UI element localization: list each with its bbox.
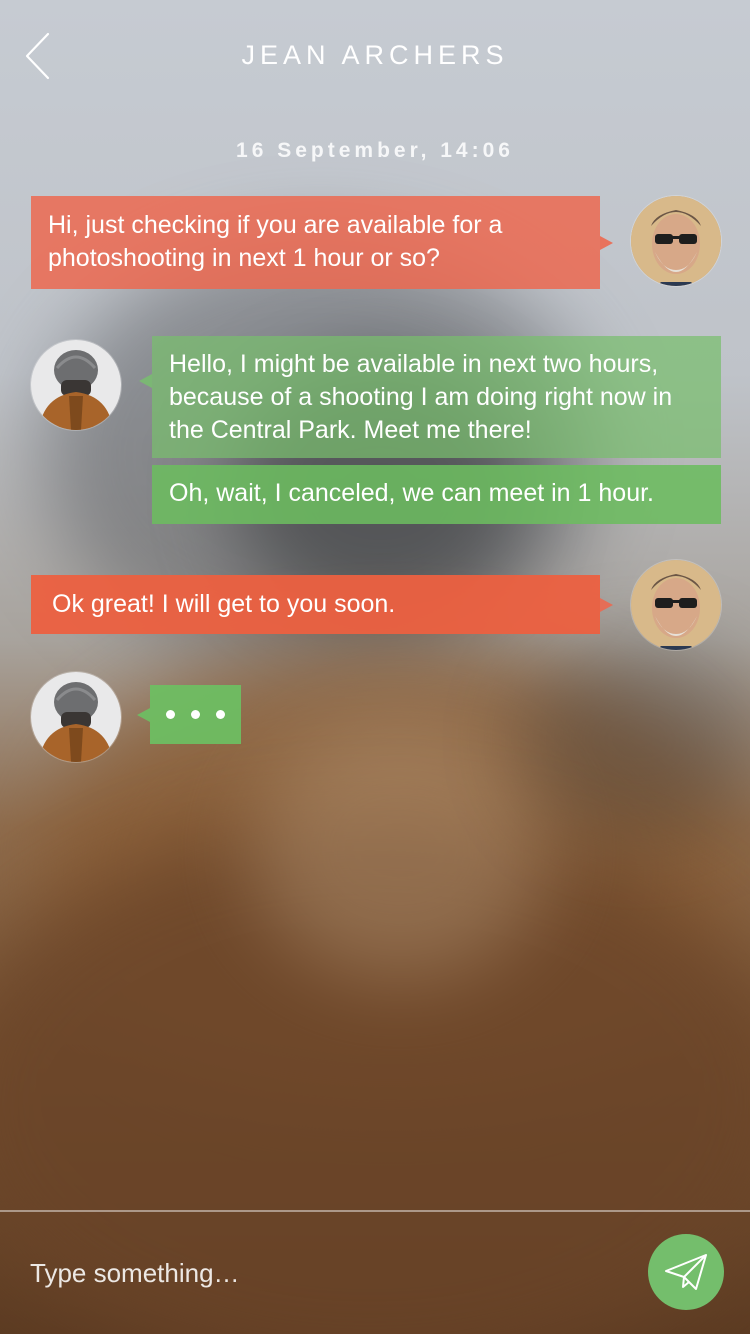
message-incoming[interactable]: Hello, I might be available in next two …	[139, 336, 721, 458]
message-incoming[interactable]: Oh, wait, I canceled, we can meet in 1 h…	[152, 465, 721, 524]
typing-dot	[166, 710, 175, 719]
contact-avatar[interactable]	[31, 340, 121, 430]
composer-divider	[0, 1210, 750, 1212]
my-avatar[interactable]	[631, 196, 721, 286]
message-input[interactable]	[30, 1248, 610, 1298]
page-title: JEAN ARCHERS	[241, 40, 509, 70]
my-avatar[interactable]	[631, 560, 721, 650]
conversation-date: 16 September, 14:06	[236, 139, 514, 162]
message-text: Oh, wait, I canceled, we can meet in 1 h…	[169, 479, 654, 507]
paper-plane-icon	[665, 1254, 707, 1290]
message-outgoing[interactable]: Ok great! I will get to you soon.	[31, 575, 613, 634]
message-text: Ok great! I will get to you soon.	[52, 590, 396, 618]
contact-avatar[interactable]	[31, 672, 121, 762]
send-button[interactable]	[648, 1234, 724, 1310]
typing-indicator	[137, 685, 241, 744]
header: JEAN ARCHERS	[0, 0, 750, 110]
typing-dot	[216, 710, 225, 719]
message-text: Hi, just checking if you are available f…	[48, 211, 503, 272]
message-text: Hello, I might be available in next two …	[169, 350, 673, 444]
message-composer	[0, 1210, 750, 1334]
message-outgoing[interactable]: Hi, just checking if you are available f…	[31, 196, 613, 289]
typing-dot	[191, 710, 200, 719]
